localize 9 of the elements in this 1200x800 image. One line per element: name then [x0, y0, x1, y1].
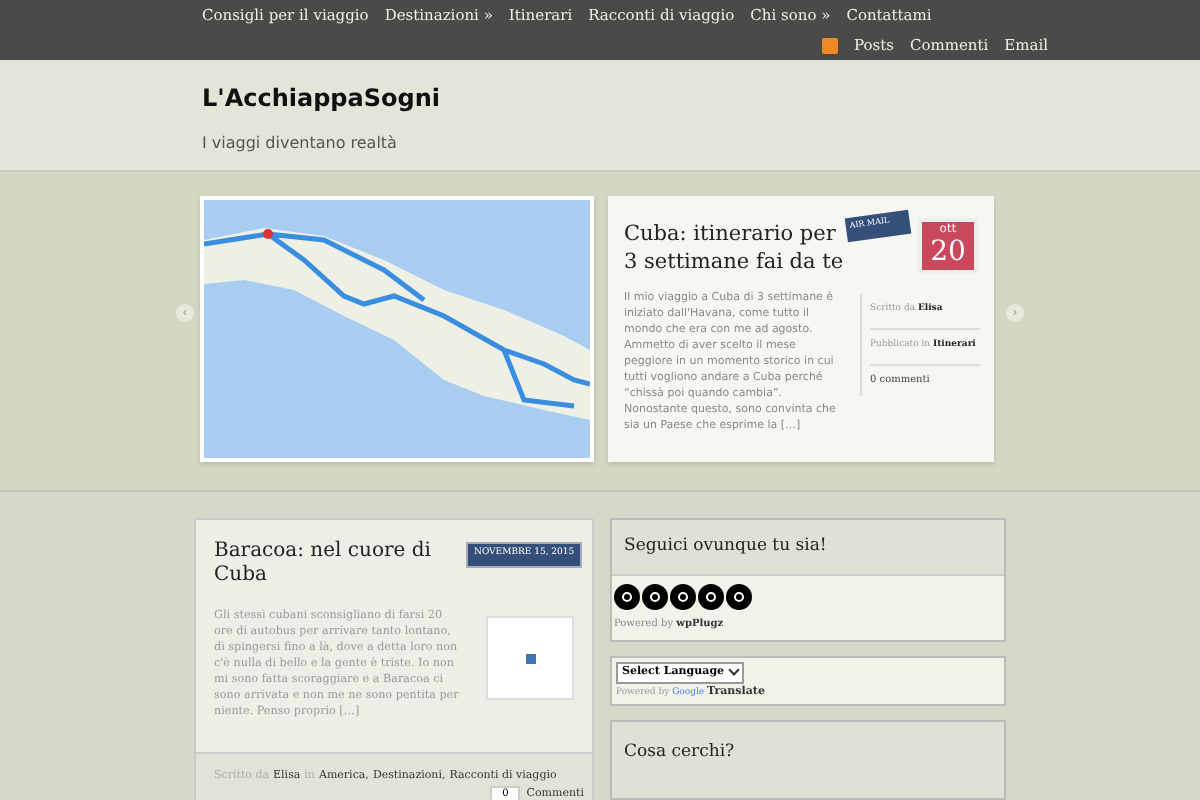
site-title[interactable]: L'AcchiappaSogni — [202, 80, 1200, 116]
post-title-link[interactable]: Cuba: itinerario per 3 settimane fai da te — [624, 220, 848, 276]
widget-title: Cosa cerchi? — [622, 740, 737, 767]
broken-image-icon — [525, 653, 535, 663]
widget-title: Seguici ovunque tu sia! — [612, 520, 1004, 576]
post-title-link[interactable]: Baracoa: nel cuore di Cuba — [214, 540, 434, 588]
dropdown-arrow-icon — [728, 665, 740, 677]
date-day: 20 — [922, 236, 974, 268]
site-tagline: I viaggi diventano realtà — [202, 132, 399, 156]
